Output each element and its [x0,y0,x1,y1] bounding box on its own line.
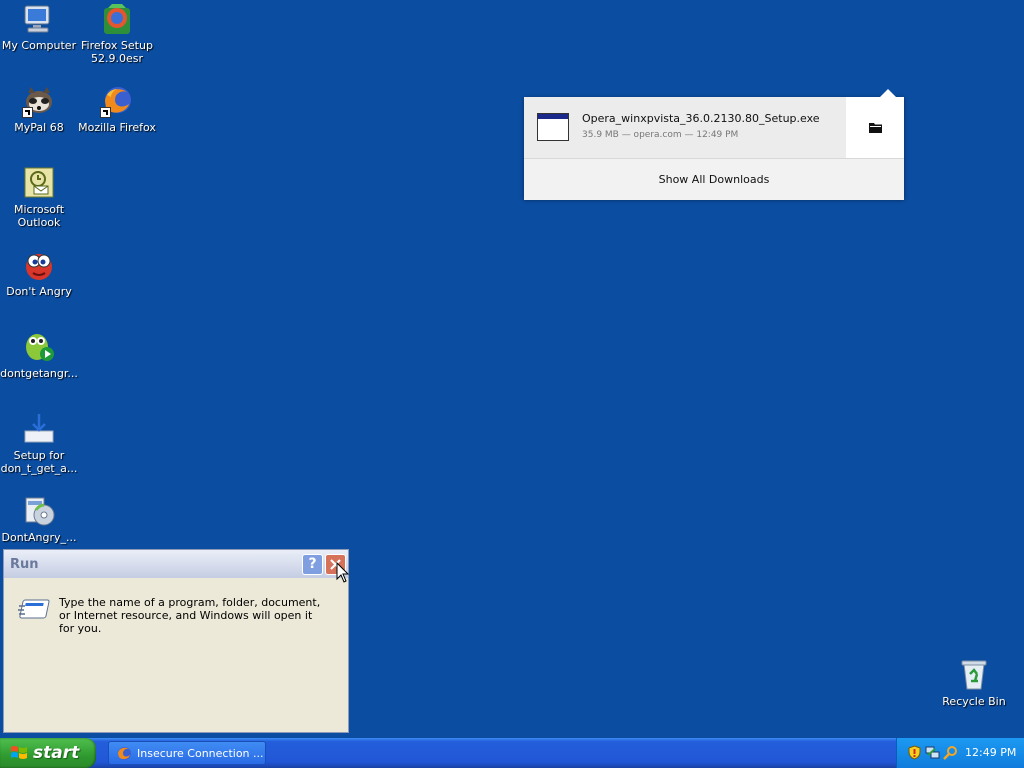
desktop-icon-label: Microsoft Outlook [13,203,65,229]
desktop-icon-label: Mozilla Firefox [78,121,156,134]
raccoon-icon [22,84,56,118]
download-item[interactable]: Opera_winxpvista_36.0.2130.80_Setup.exe … [524,97,846,158]
red-creature-icon [22,248,56,282]
download-meta: 35.9 MB — opera.com — 12:49 PM [582,130,739,140]
firefox-icon [118,747,131,760]
run-dialog-message: Type the name of a program, folder, docu… [59,596,321,635]
computer-icon [22,2,56,36]
desktop-icon-label: Firefox Setup 52.9.0esr [81,39,153,65]
firefox-icon [100,84,134,118]
desktop-icon-label: Don't Angry [6,285,72,298]
recycle-bin-icon [957,658,991,692]
desktop-icon-label: Recycle Bin [942,695,1006,708]
clock[interactable]: 12:49 PM [965,746,1016,759]
executable-file-icon [537,113,569,141]
desktop-icon-dontangry-installer[interactable]: DontAngry_... [0,494,78,544]
help-button[interactable]: ? [302,554,323,575]
windows-logo-icon [11,746,27,759]
start-button[interactable]: start [0,738,96,768]
desktop-icon-label: dontgetangr... [0,367,78,380]
desktop-icon-firefox-setup[interactable]: Firefox Setup 52.9.0esr [78,2,156,65]
system-tray: 12:49 PM [896,738,1024,768]
panel-arrow [880,89,896,97]
show-all-downloads-button[interactable]: Show All Downloads [524,158,904,200]
mouse-pointer-icon [336,561,350,588]
downloads-panel: Opera_winxpvista_36.0.2130.80_Setup.exe … [524,89,904,200]
desktop-icon-my-computer[interactable]: My Computer [0,2,78,52]
desktop-icon-setup-dont-get-angry[interactable]: Setup for don_t_get_a... [0,412,78,475]
run-program-icon [18,597,52,621]
taskbar-button-label: Insecure Connection ... [137,747,264,760]
show-all-downloads-label: Show All Downloads [658,173,770,186]
desktop-icon-mypal[interactable]: MyPal 68 [0,84,78,134]
shortcut-arrow-icon [22,107,33,118]
download-file-name: Opera_winxpvista_36.0.2130.80_Setup.exe [582,112,820,125]
desktop-icon-microsoft-outlook[interactable]: Microsoft Outlook [0,166,78,229]
desktop-icon-label: MyPal 68 [14,121,64,134]
search-icon[interactable] [943,745,958,760]
run-dialog-title: Run [10,557,39,572]
installer-cd-icon [22,494,56,528]
desktop-icon-mozilla-firefox[interactable]: Mozilla Firefox [78,84,156,134]
installer-icon [100,2,134,36]
desktop-icon-dontgetangry[interactable]: dontgetangr... [0,330,78,380]
desktop-icon-label: My Computer [1,39,77,52]
start-label: start [33,743,80,763]
run-dialog-titlebar[interactable]: Run ? [4,550,348,578]
security-shield-icon[interactable] [907,745,922,760]
outlook-icon [22,166,56,200]
run-dialog: Run ? Type the name of a program, folder… [3,549,349,733]
folder-icon [868,123,882,133]
desktop-icon-recycle-bin[interactable]: Recycle Bin [935,658,1013,708]
desktop-icon-label: Setup for don_t_get_a... [0,449,78,475]
network-icon[interactable] [925,745,940,760]
taskbar-button-firefox[interactable]: Insecure Connection ... [108,741,266,765]
desktop-icon-dont-angry[interactable]: Don't Angry [0,248,78,298]
desktop-icon-label: DontAngry_... [1,531,77,544]
green-creature-icon [22,330,56,364]
shortcut-arrow-icon [100,107,111,118]
taskbar: start Insecure Connection ... 12:49 PM [0,738,1024,768]
download-setup-icon [22,412,56,446]
open-containing-folder-button[interactable] [846,97,904,158]
